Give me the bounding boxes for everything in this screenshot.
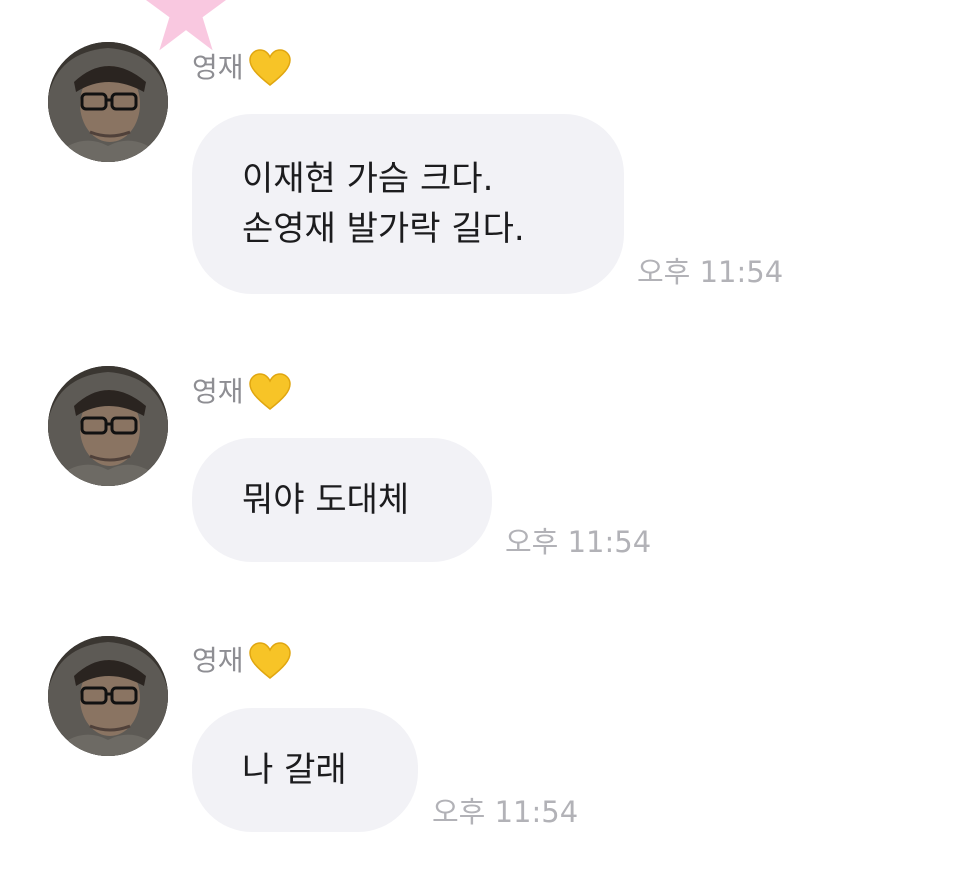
sender-name: 영재 [192, 644, 244, 677]
sender-row: 영재 [192, 641, 292, 681]
message-timestamp: 오후 11:54 [432, 795, 579, 829]
message-line: 나 갈래 [242, 750, 347, 790]
message-bubble[interactable]: 나 갈래 [192, 708, 418, 832]
avatar[interactable] [48, 636, 168, 756]
chat-message: 영재 나 갈래 오후 11:54 [0, 0, 962, 880]
yellow-heart-icon [248, 642, 291, 679]
